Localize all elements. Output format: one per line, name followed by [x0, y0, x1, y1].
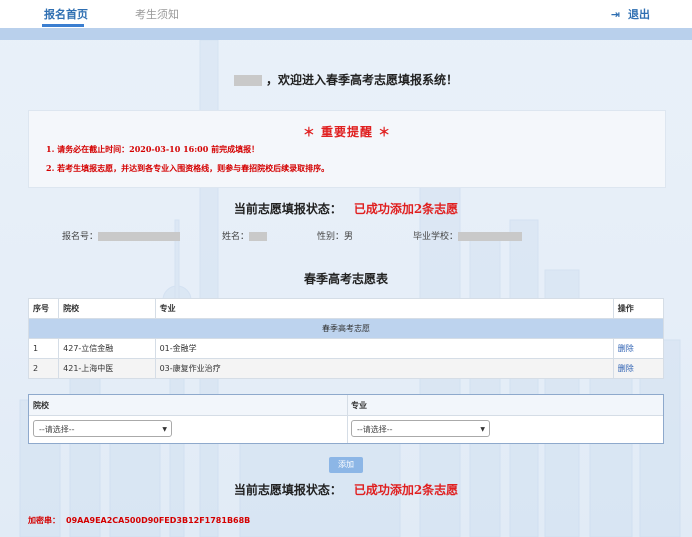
active-tab-indicator [42, 24, 84, 27]
col-header-school: 院校 [58, 298, 156, 319]
school-select-label: 院校 [33, 401, 49, 410]
encryption-string: 加密串： 09AA9EA2CA500D90FED3B12F1781B68B [28, 515, 250, 526]
row-major: 01-金融学 [154, 338, 614, 359]
status-label: 当前志愿填报状态： [233, 483, 342, 497]
student-gender: 性别：男 [317, 229, 353, 242]
header-stripe [0, 28, 692, 40]
student-info: 报名号： 姓名： 性别：男 毕业学校： [0, 229, 692, 243]
table-row: 2 421-上海中医 03-康复作业治疗 删除 [27, 358, 665, 379]
welcome-message: ，欢迎进入春季高考志愿填报系统！ [0, 71, 692, 88]
col-header-no: 序号 [27, 298, 60, 319]
gender-label: 性别： [317, 232, 345, 242]
row-action-cell: 删除 [612, 358, 665, 379]
table-row: 1 427-立信金融 01-金融学 删除 [27, 338, 665, 359]
major-select[interactable]: --请选择-- ▼ [351, 420, 490, 437]
student-name: 姓名： [222, 229, 268, 242]
table-header-row: 序号 院校 专业 操作 [27, 298, 665, 319]
sign-out-icon: ⇥ [610, 8, 620, 21]
important-notice: ＊ 重要提醒 ＊ 1. 请务必在截止时间：2020-03-10 16:00 前完… [28, 110, 666, 188]
welcome-text: ，欢迎进入春季高考志愿填报系统！ [265, 73, 458, 87]
logout-label: 退出 [628, 8, 650, 21]
chevron-down-icon: ▼ [162, 426, 167, 433]
application-status: 当前志愿填报状态： 已成功添加2条志愿 [0, 200, 692, 217]
add-wish-form: 院校 专业 --请选择-- ▼ --请选择-- ▼ [28, 394, 664, 444]
row-no: 1 [27, 338, 60, 359]
delete-link[interactable]: 删除 [618, 344, 634, 353]
masked-school [458, 232, 523, 241]
school-select[interactable]: --请选择-- ▼ [33, 420, 172, 437]
gender-value: 男 [344, 232, 354, 242]
major-select-label: 专业 [351, 401, 367, 410]
table-group-row: 春季高考志愿 [28, 318, 664, 339]
logout-link[interactable]: ⇥ 退出 [611, 6, 650, 22]
notice-title: ＊ 重要提醒 ＊ [302, 125, 392, 139]
row-school: 427-立信金融 [58, 338, 156, 359]
encryption-label: 加密串： [28, 516, 60, 525]
application-status-bottom: 当前志愿填报状态： 已成功添加2条志愿 [0, 481, 692, 498]
group-label: 春季高考志愿 [28, 318, 664, 339]
delete-link[interactable]: 删除 [618, 364, 634, 373]
wishes-table-title: 春季高考志愿表 [303, 272, 388, 286]
row-action-cell: 删除 [612, 338, 665, 359]
form-header [29, 395, 663, 416]
row-school: 421-上海中医 [58, 358, 156, 379]
name-label: 姓名： [222, 232, 250, 242]
status-label: 当前志愿填报状态： [233, 202, 342, 216]
top-nav: 报名首页 考生须知 ⇥ 退出 [0, 0, 692, 28]
notice-item-admission: 2. 若考生填报志愿，并达到各专业入围资格线，则参与春招院校后续录取排序。 [46, 163, 330, 173]
status-value: 已成功添加2条志愿 [353, 483, 459, 497]
wishes-table: 序号 院校 专业 操作 春季高考志愿 1 427-立信金融 01-金融学 删除 … [27, 298, 665, 379]
major-select-value: --请选择-- [357, 425, 393, 434]
masked-student-name [249, 232, 268, 241]
school-select-value: --请选择-- [39, 425, 75, 434]
masked-name [233, 75, 262, 86]
form-divider [347, 395, 348, 443]
tab-candidate-notice[interactable]: 考生须知 [135, 6, 179, 22]
row-no: 2 [27, 358, 60, 379]
add-button[interactable]: 添加 [329, 457, 363, 473]
status-value: 已成功添加2条志愿 [353, 202, 459, 216]
graduation-school: 毕业学校： [413, 229, 523, 242]
col-header-action: 操作 [612, 298, 665, 319]
encryption-code: 09AA9EA2CA500D90FED3B12F1781B68B [66, 516, 251, 525]
reg-label: 报名号： [62, 232, 99, 242]
registration-number: 报名号： [62, 229, 181, 242]
row-major: 03-康复作业治疗 [154, 358, 614, 379]
school-label: 毕业学校： [413, 232, 459, 242]
chevron-down-icon: ▼ [480, 426, 485, 433]
masked-reg-number [98, 232, 181, 241]
col-header-major: 专业 [154, 298, 614, 319]
tab-home[interactable]: 报名首页 [44, 6, 88, 22]
notice-item-deadline: 1. 请务必在截止时间：2020-03-10 16:00 前完成填报！ [46, 144, 260, 154]
